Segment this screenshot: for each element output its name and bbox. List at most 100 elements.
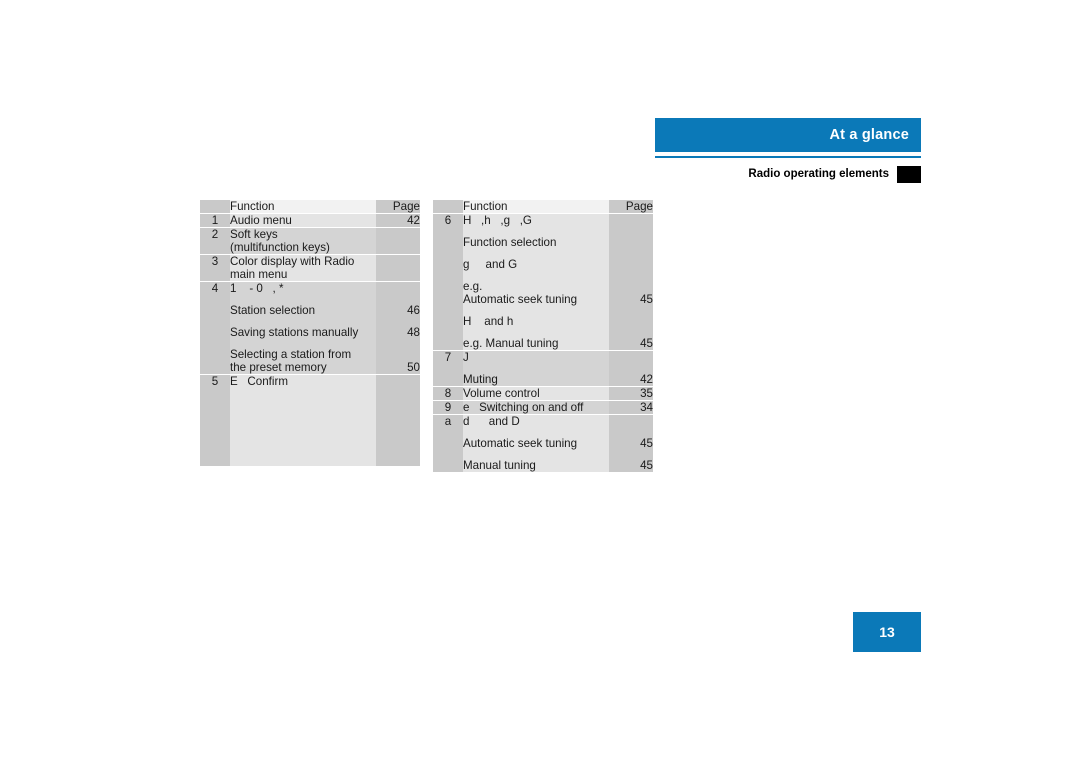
header-subtitle-row: Radio operating elements (655, 156, 921, 184)
function-line: H and h (463, 315, 514, 328)
page-number: 13 (879, 624, 895, 640)
function-line: Automatic seek tuning (463, 437, 578, 450)
row-index: 7 (433, 350, 463, 387)
row-filler (376, 388, 420, 466)
page-reference: 42 (640, 373, 653, 386)
row-index: a (433, 414, 463, 472)
table-row: 5E Confirm (200, 374, 420, 466)
function-line: Station selection (230, 304, 316, 317)
page-reference: 45 (640, 337, 653, 350)
function-line: Function selection (463, 236, 557, 249)
column-header-page: Page (376, 200, 420, 214)
function-line: main menu (230, 268, 288, 281)
reference-table-left: Function Page 1 Audio menu 42 2 Soft keys (mult… (200, 200, 420, 515)
page-reference-empty (376, 348, 420, 361)
row-function: J Muting (463, 350, 609, 387)
page-reference-empty (376, 268, 420, 281)
page-reference: 50 (407, 361, 420, 374)
function-line: e.g. Manual tuning (463, 337, 559, 350)
column-header-page: Page (609, 200, 653, 214)
page-reference: 35 (640, 387, 653, 400)
page-reference: 34 (640, 401, 653, 414)
page-reference: 42 (407, 214, 420, 227)
row-index: 2 (200, 227, 230, 255)
function-line: e.g. (463, 280, 483, 293)
page-reference-empty (609, 315, 653, 328)
row-page (376, 254, 420, 282)
table-header-row: Function Page (433, 200, 653, 214)
page-reference: 45 (640, 293, 653, 306)
black-square-marker (897, 165, 921, 183)
row-function: Audio menu (230, 213, 376, 228)
column-header-index (433, 200, 463, 214)
page-reference-empty (609, 236, 653, 249)
row-filler (230, 388, 376, 466)
row-index: 3 (200, 254, 230, 282)
row-index: 9 (433, 400, 463, 415)
row-function: d and D Automatic seek tuning Manual tunin… (463, 414, 609, 472)
function-line: (multifunction keys) (230, 241, 330, 254)
header-title-bar: At a glance (655, 118, 921, 152)
reference-table-right: Function Page 6 H ,h ,g ,G Function selectio… (433, 200, 653, 515)
function-line: 1 - 0 , * (230, 282, 284, 295)
row-function: Soft keys (multifunction keys) (230, 227, 376, 255)
table-row: 7 J Muting 42 (433, 350, 653, 387)
function-line: Selecting a station from (230, 348, 352, 361)
function-line: Manual tuning (463, 459, 536, 472)
function-line: E Confirm (230, 375, 288, 388)
function-line: J (463, 351, 469, 364)
row-index: 5 (200, 374, 230, 466)
function-line: H ,h ,g ,G (463, 214, 532, 227)
row-function: Color display with Radio main menu (230, 254, 376, 282)
column-header-index (200, 200, 230, 214)
row-function: e Switching on and off (463, 400, 609, 415)
row-page (376, 374, 420, 466)
row-index: 4 (200, 281, 230, 375)
function-line: Muting (463, 373, 498, 386)
table-row: 41 - 0 , * Station selection Saving statio… (200, 281, 420, 375)
table-row: 2 Soft keys (multifunction keys) (200, 227, 420, 255)
page-reference-empty (376, 241, 420, 254)
function-line: Automatic seek tuning (463, 293, 578, 306)
row-function: H ,h ,g ,G Function selection g and G e.g. A… (463, 213, 609, 351)
page-reference-empty (609, 214, 653, 227)
function-line: e Switching on and off (463, 401, 584, 414)
page-reference-empty (609, 258, 653, 271)
row-index: 8 (433, 386, 463, 401)
row-index: 1 (200, 213, 230, 228)
function-line: Soft keys (230, 228, 278, 241)
column-header-function: Function (463, 200, 609, 214)
page-header: At a glance Radio operating elements (655, 118, 921, 184)
page-number-badge: 13 (853, 612, 921, 652)
row-index: 6 (433, 213, 463, 351)
function-line: the preset memory (230, 361, 327, 374)
page-reference-empty (376, 255, 420, 268)
column-header-function: Function (230, 200, 376, 214)
table-row: 1 Audio menu 42 (200, 213, 420, 228)
row-page: 34 (609, 400, 653, 415)
row-page: 46 48 50 (376, 281, 420, 375)
row-function: Volume control (463, 386, 609, 401)
section-subtitle: Radio operating elements (748, 168, 889, 180)
page-reference: 48 (407, 326, 420, 339)
function-line: g and G (463, 258, 518, 271)
function-line: d and D (463, 415, 520, 428)
row-page: 42 (609, 350, 653, 387)
page-reference-empty (376, 228, 420, 241)
page-title: At a glance (829, 127, 909, 143)
page-reference: 45 (640, 459, 653, 472)
page-reference-empty (376, 282, 420, 295)
table-row: 6H ,h ,g ,G Function selection g and G e.g.… (433, 213, 653, 351)
function-line: Saving stations manually (230, 326, 359, 339)
table-row: 3 Color display with Radio main menu (200, 254, 420, 282)
row-page (376, 227, 420, 255)
row-function: 1 - 0 , * Station selection Saving station… (230, 281, 376, 375)
row-function: E Confirm (230, 374, 376, 466)
function-line: Volume control (463, 387, 540, 400)
page-reference: 45 (640, 437, 653, 450)
table-header-row: Function Page (200, 200, 420, 214)
table-row: 9e Switching on and off 34 (433, 400, 653, 415)
page-reference-empty (376, 375, 420, 388)
page-reference-empty (609, 415, 653, 428)
row-page: 45 45 (609, 213, 653, 351)
